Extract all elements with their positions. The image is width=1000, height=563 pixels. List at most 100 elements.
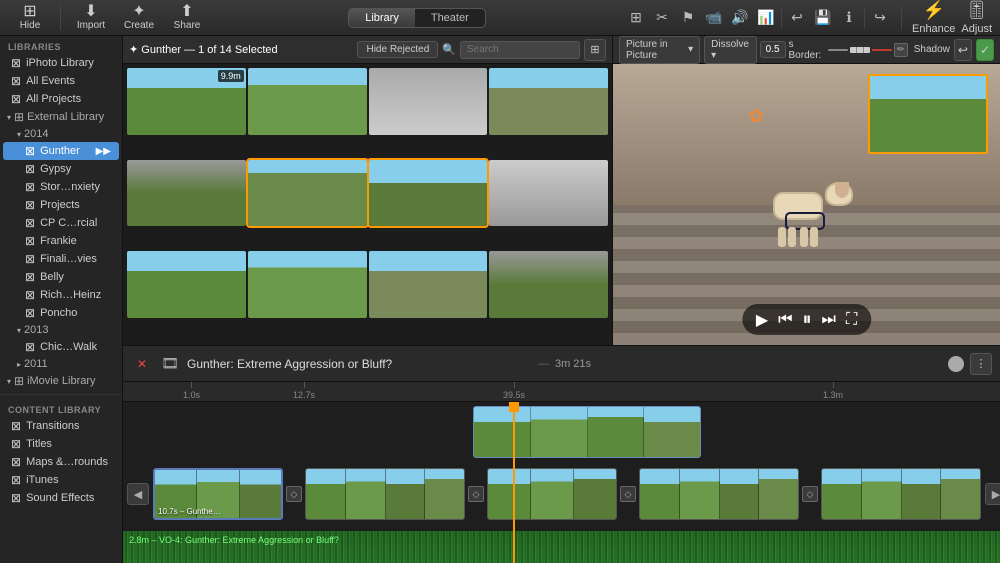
sidebar-item-label: All Projects	[26, 93, 81, 105]
sidebar-item-chic-walk[interactable]: ⊠ Chic…Walk	[3, 338, 119, 356]
thumbnail-item[interactable]	[248, 251, 367, 318]
ruler-mark: 1.0s	[183, 382, 200, 400]
tab-library[interactable]: Library	[349, 9, 415, 27]
clip-icon-2[interactable]: ✂	[651, 7, 673, 29]
gunther-badge: ▶▶	[96, 146, 111, 157]
hide-rejected-button[interactable]: Hide Rejected	[357, 41, 438, 58]
transition-marker-3[interactable]: ◇	[617, 486, 639, 502]
sidebar-item-cp-crcial[interactable]: ⊠ CP C…rcial	[3, 214, 119, 232]
sidebar-item-iphoto[interactable]: ⊠ iPhoto Library	[3, 54, 119, 72]
thumbnail-item[interactable]	[127, 251, 246, 318]
sidebar-group-2013[interactable]: ▾ 2013	[3, 322, 119, 338]
sidebar-item-titles[interactable]: ⊠ Titles	[3, 435, 119, 453]
picture-in-picture-overlay[interactable]	[868, 74, 988, 154]
transition-marker-1[interactable]: ◇	[283, 486, 305, 502]
timeline-clip-4[interactable]	[639, 468, 799, 520]
thumbnail-item[interactable]	[369, 68, 488, 135]
sidebar-group-imovie[interactable]: ▾ ⊞ iMovie Library	[3, 372, 119, 390]
clip-icon-info[interactable]: ℹ	[838, 7, 860, 29]
import-button[interactable]: ⬇ Import	[69, 2, 113, 34]
clip-icon-5[interactable]: 🔊	[729, 7, 751, 29]
sidebar-item-transitions[interactable]: ⊠ Transitions	[3, 417, 119, 435]
hide-button[interactable]: ⊞ Hide	[8, 2, 52, 34]
preview-video[interactable]: ✿ ▶ ⏮ ⏸ ⏭ ⛶	[613, 64, 1000, 345]
thumbnail-item[interactable]	[248, 160, 367, 227]
clip-icon-redo[interactable]: ↪	[869, 7, 891, 29]
clip-icon-6[interactable]: 📊	[755, 7, 777, 29]
sidebar-item-belly[interactable]: ⊠ Belly	[3, 268, 119, 286]
thumbnail-item[interactable]	[369, 160, 488, 227]
pause-button[interactable]: ⏸	[803, 309, 812, 330]
play-button[interactable]: ▶	[756, 310, 768, 330]
fullscreen-button[interactable]: ⛶	[846, 311, 857, 329]
sidebar-item-gunther[interactable]: ⊠ Gunther ▶▶	[3, 142, 119, 160]
preview-confirm-btn[interactable]: ✓	[976, 39, 994, 61]
right-toolbar: ⊞ ✂ ⚑ 📹 🔊 📊 ↩ 💾 ℹ ↪ ⚡ Enhance 🎚 Adjust	[625, 0, 992, 35]
dissolve-type-select[interactable]: Dissolve ▾	[704, 36, 756, 64]
film-icon: 🎞	[159, 353, 181, 375]
enhance-button[interactable]: ⚡ Enhance	[912, 0, 955, 35]
pencil-icon[interactable]: ✏	[894, 43, 908, 57]
skip-back-button[interactable]: ⏮	[778, 311, 792, 329]
transition-marker-2[interactable]: ◇	[465, 486, 487, 502]
skip-forward-button[interactable]: ⏭	[822, 311, 836, 329]
sidebar-item-finali-vies[interactable]: ⊠ Finali…vies	[3, 250, 119, 268]
sidebar-item-label: iMovie Library	[27, 375, 95, 387]
sidebar-item-label: All Events	[26, 75, 75, 87]
transition-marker-4[interactable]: ◇	[799, 486, 821, 502]
close-clip-button[interactable]: ✕	[131, 353, 153, 375]
clip-more-button[interactable]: ⋮	[970, 353, 992, 375]
thumbnail-item[interactable]	[489, 251, 608, 318]
dissolve-value-input[interactable]: 0.5	[760, 41, 786, 58]
pip-clip[interactable]	[473, 406, 701, 458]
sidebar-group-2011[interactable]: ▸ 2011	[3, 356, 119, 372]
sidebar-item-rich-heinz[interactable]: ⊠ Rich…Heinz	[3, 286, 119, 304]
sidebar-item-all-projects[interactable]: ⊠ All Projects	[3, 90, 119, 108]
track-handle-right[interactable]: ▶	[985, 483, 1000, 505]
timeline-clip-1[interactable]: 10.7s – Gunthe…	[153, 468, 283, 520]
timeline-clip-2[interactable]	[305, 468, 465, 520]
sidebar-item-itunes[interactable]: ⊠ iTunes	[3, 471, 119, 489]
sidebar-group-external[interactable]: ▾ ⊞ External Library	[3, 108, 119, 126]
thumbnail-item[interactable]	[127, 160, 246, 227]
preview-undo-btn[interactable]: ↩	[954, 39, 972, 61]
settings-circle-button[interactable]	[948, 356, 964, 372]
create-button[interactable]: ✦ Create	[117, 2, 161, 34]
clip-icon-save[interactable]: 💾	[812, 7, 834, 29]
sidebar-item-projects[interactable]: ⊠ Projects	[3, 196, 119, 214]
clip-1-label: 10.7s – Gunthe…	[158, 507, 221, 516]
timeline-clip-5[interactable]	[821, 468, 981, 520]
sidebar-item-maps[interactable]: ⊠ Maps &…rounds	[3, 453, 119, 471]
sidebar-item-stor-nxiety[interactable]: ⊠ Stor…nxiety	[3, 178, 119, 196]
track-handle-left[interactable]: ◀	[127, 483, 149, 505]
thumbnail-item[interactable]	[248, 68, 367, 135]
sidebar-item-all-events[interactable]: ⊠ All Events	[3, 72, 119, 90]
adjust-button[interactable]: 🎚 Adjust	[961, 0, 992, 35]
thumbnail-item[interactable]	[489, 68, 608, 135]
hide-icon: ⊞	[23, 4, 36, 20]
clip-icon-undo[interactable]: ↩	[786, 7, 808, 29]
thumbnail-item[interactable]: 9.9m	[127, 68, 246, 135]
sidebar-group-2014[interactable]: ▾ 2014	[3, 126, 119, 142]
tab-theater[interactable]: Theater	[415, 9, 485, 27]
search-icon: 🔍	[442, 43, 456, 56]
preview-mode-select[interactable]: Picture in Picture ▾	[619, 36, 700, 64]
timeline-clip-3[interactable]	[487, 468, 617, 520]
clip-icon-4[interactable]: 📹	[703, 7, 725, 29]
clip-icon-1[interactable]: ⊞	[625, 7, 647, 29]
titles-icon: ⊠	[11, 437, 21, 451]
share-button[interactable]: ⬆ Share	[165, 2, 209, 34]
thumbnail-grid: 9.9m	[123, 64, 612, 345]
flower-decoration: ✿	[748, 106, 763, 127]
browser-search-input[interactable]	[460, 41, 580, 59]
belly-icon: ⊠	[25, 270, 35, 284]
thumbnail-item[interactable]	[489, 160, 608, 227]
sidebar-item-frankie[interactable]: ⊠ Frankie	[3, 232, 119, 250]
border-color-swatch[interactable]	[872, 49, 892, 51]
browser-settings-button[interactable]: ⊞	[584, 39, 606, 61]
sidebar-item-sound-effects[interactable]: ⊠ Sound Effects	[3, 489, 119, 507]
sidebar-item-poncho[interactable]: ⊠ Poncho	[3, 304, 119, 322]
sidebar-item-gypsy[interactable]: ⊠ Gypsy	[3, 160, 119, 178]
thumbnail-item[interactable]	[369, 251, 488, 318]
clip-icon-3[interactable]: ⚑	[677, 7, 699, 29]
